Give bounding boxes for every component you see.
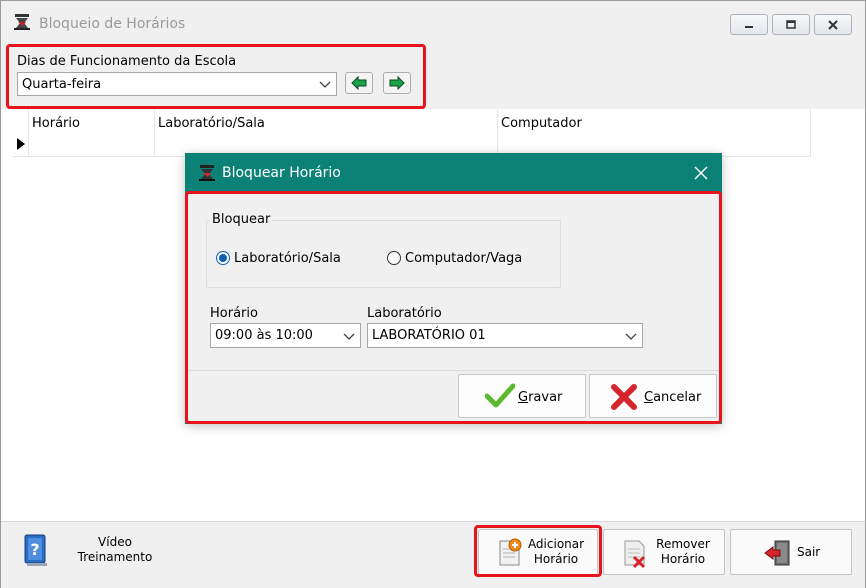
dialog-separator [186,370,721,371]
dialog-title-bar: Bloquear Horário [186,154,721,192]
dialog-title: Bloquear Horário [222,165,341,181]
block-type-label: Bloquear [210,212,273,227]
row-indicator-column [13,109,29,157]
arrow-right-icon [389,76,405,90]
laboratorio-select-value: LABORATÓRIO 01 [372,328,486,343]
remove-label-line1: Remover [656,537,710,551]
day-select-value: Quarta-feira [22,76,102,92]
app-icon [14,14,30,30]
add-label-line1: Adicionar [527,537,585,551]
add-schedule-label: Adicionar Horário [523,537,589,567]
day-select[interactable]: Quarta-feira [17,72,337,96]
cancel-label: Cancelar [644,390,701,405]
column-header-computador[interactable]: Computador [498,109,811,157]
radio-laboratorio[interactable] [216,251,230,265]
row-indicator-icon [17,138,25,150]
remove-schedule-label: Remover Horário [648,537,718,567]
column-header-label: Computador [501,116,582,131]
horario-select-value: 09:00 às 10:00 [215,328,313,343]
save-button[interactable]: Gravar [458,374,586,418]
cancel-accelerator: C [644,390,654,405]
arrow-left-icon [351,76,367,90]
maximize-icon [786,19,796,29]
radio-computador-label[interactable]: Computador/Vaga [405,251,522,266]
column-header-label: Horário [32,116,80,131]
dialog-close-icon[interactable] [693,165,709,181]
video-training-label: Vídeo Treinamento [55,535,175,565]
exit-label: Sair [797,545,821,559]
column-header-label: Laboratório/Sala [158,116,265,131]
laboratorio-label: Laboratório [367,306,442,321]
save-label: Gravar [518,390,562,405]
close-button[interactable] [814,14,852,35]
chevron-down-icon [343,333,355,340]
dialog-app-icon [199,165,215,181]
save-label-rest: ravar [528,390,563,405]
save-accelerator: G [518,390,529,405]
laboratorio-select[interactable]: LABORATÓRIO 01 [367,323,643,348]
video-training-button[interactable]: ? Vídeo Treinamento [19,529,169,575]
title-bar: Bloqueio de Horários [1,1,865,41]
main-window: Bloqueio de Horários Dias de Funcionamen… [0,0,866,588]
video-label-line2: Treinamento [77,550,153,564]
add-document-icon [499,538,522,566]
days-label: Dias de Funcionamento da Escola [17,54,237,69]
minimize-button[interactable] [730,14,768,35]
add-schedule-button[interactable]: Adicionar Horário [478,529,598,575]
remove-schedule-button[interactable]: Remover Horário [603,529,725,575]
help-book-icon: ? [24,534,47,566]
cancel-x-icon [611,384,637,410]
column-header-horario[interactable]: Horário [29,109,155,157]
radio-laboratorio-label[interactable]: Laboratório/Sala [234,251,341,266]
maximize-button[interactable] [772,14,810,35]
cancel-label-rest: ancelar [653,390,702,405]
previous-day-button[interactable] [345,72,373,94]
exit-button[interactable]: Sair [730,529,852,575]
cancel-button[interactable]: Cancelar [589,374,717,418]
schedule-grid[interactable]: Horário Laboratório/Sala Computador [13,109,811,157]
close-icon [828,19,838,30]
add-label-line2: Horário [533,552,579,566]
radio-computador[interactable] [387,251,401,265]
video-label-line1: Vídeo [98,535,132,549]
block-schedule-dialog: Bloquear Horário Bloquear Laboratório/Sa… [185,153,722,424]
chevron-down-icon [319,81,331,88]
svg-text:?: ? [30,540,39,559]
horario-label: Horário [210,306,258,321]
remove-document-icon [624,540,646,569]
exit-door-icon [764,540,790,566]
horario-select[interactable]: 09:00 às 10:00 [210,323,361,348]
next-day-button[interactable] [383,72,411,94]
chevron-down-icon [625,333,637,340]
minimize-icon [745,25,753,28]
checkmark-icon [485,383,515,408]
remove-label-line2: Horário [660,552,706,566]
column-header-laboratorio[interactable]: Laboratório/Sala [155,109,498,157]
window-title: Bloqueio de Horários [39,16,186,32]
